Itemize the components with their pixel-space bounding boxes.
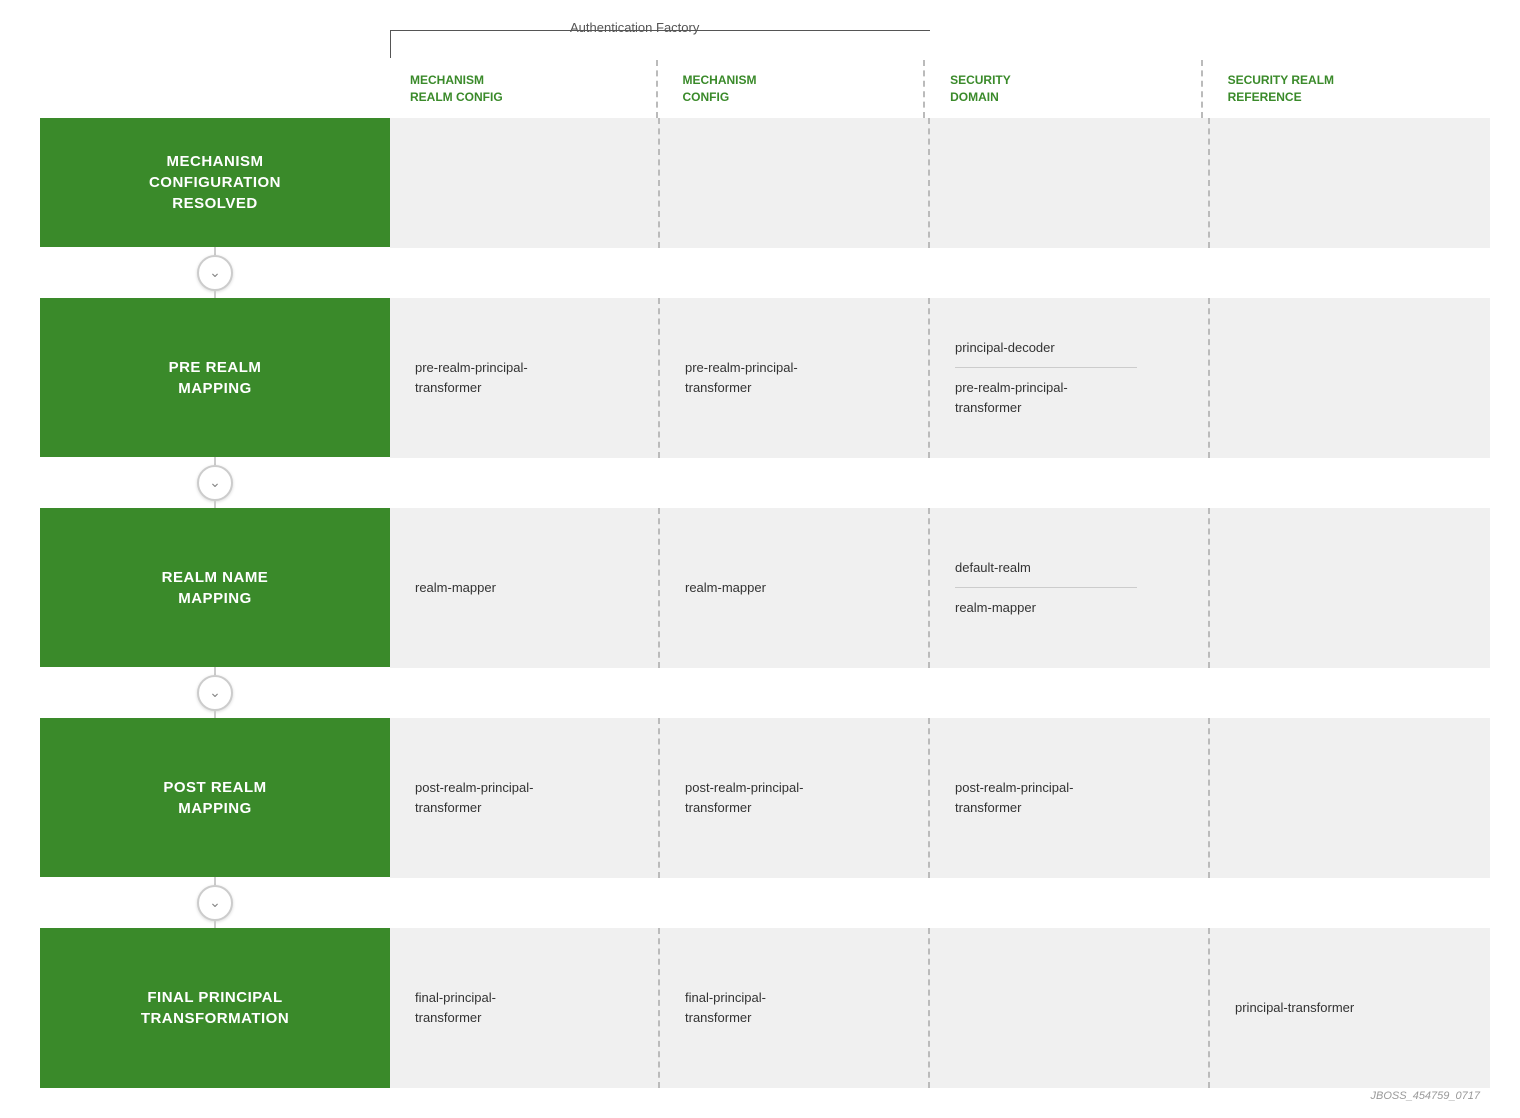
vert-line-top-1 xyxy=(214,247,216,255)
line-connector-1: ⌄ xyxy=(197,247,233,299)
stage-label-final-principal-transformation: FINAL PRINCIPALTRANSFORMATION xyxy=(40,928,390,1088)
stage-cell-1-2 xyxy=(660,118,930,248)
stage-label-text-2: PRE REALMMAPPING xyxy=(169,357,262,399)
stage-row-3: REALM NAMEMAPPING realm-mapper realm-map… xyxy=(40,508,1480,668)
stage-cell-4-4 xyxy=(1210,718,1490,878)
col-header-security-realm-ref: SECURITY REALMREFERENCE xyxy=(1203,60,1480,118)
stage-cell-3-2: realm-mapper xyxy=(660,508,930,668)
stage-row-1: MECHANISMCONFIGURATIONRESOLVED xyxy=(40,118,1480,248)
vert-line-top-3 xyxy=(214,667,216,675)
connector-left-3: ⌄ xyxy=(40,667,390,719)
line-connector-4: ⌄ xyxy=(197,877,233,929)
stage-label-text-1: MECHANISMCONFIGURATIONRESOLVED xyxy=(149,151,281,214)
col-header-mechanism-realm-config: MECHANISMREALM CONFIG xyxy=(390,60,658,118)
stage-label-post-realm-mapping: POST REALMMAPPING xyxy=(40,718,390,878)
security-domain-item-3-1: default-realm xyxy=(955,550,1183,586)
line-connector-2: ⌄ xyxy=(197,457,233,509)
connector-left-1: ⌄ xyxy=(40,247,390,299)
main-grid: MECHANISMCONFIGURATIONRESOLVED ⌄ xyxy=(40,118,1480,1088)
stage-group-post-realm-mapping: POST REALMMAPPING post-realm-principal-t… xyxy=(40,718,1480,878)
connector-3: ⌄ xyxy=(40,668,1480,718)
stage-row-4: POST REALMMAPPING post-realm-principal-t… xyxy=(40,718,1480,878)
auth-factory-header: Authentication Factory xyxy=(390,20,1480,60)
stage-group-realm-name-mapping: REALM NAMEMAPPING realm-mapper realm-map… xyxy=(40,508,1480,668)
connector-4: ⌄ xyxy=(40,878,1480,928)
security-domain-divider-2 xyxy=(955,367,1137,368)
col-header-mechanism-config: MECHANISMCONFIG xyxy=(658,60,926,118)
chevron-icon-2: ⌄ xyxy=(209,474,221,491)
stage-cell-1-1 xyxy=(390,118,660,248)
stage-label-text-5: FINAL PRINCIPALTRANSFORMATION xyxy=(141,987,289,1029)
connector-left-2: ⌄ xyxy=(40,457,390,509)
stage-cell-1-3 xyxy=(930,118,1210,248)
connector-1: ⌄ xyxy=(40,248,1480,298)
stage-cell-5-2: final-principal-transformer xyxy=(660,928,930,1088)
chevron-circle-4: ⌄ xyxy=(197,885,233,921)
stage-cell-5-1: final-principal-transformer xyxy=(390,928,660,1088)
stage-group-final-principal-transformation: FINAL PRINCIPALTRANSFORMATION final-prin… xyxy=(40,928,1480,1088)
chevron-icon-3: ⌄ xyxy=(209,684,221,701)
chevron-circle-1: ⌄ xyxy=(197,255,233,291)
stage-cell-3-3: default-realm realm-mapper xyxy=(930,508,1210,668)
stage-cell-1-4 xyxy=(1210,118,1490,248)
security-domain-item-2-1: principal-decoder xyxy=(955,330,1183,366)
stage-label-realm-name-mapping: REALM NAMEMAPPING xyxy=(40,508,390,668)
stage-label-pre-realm-mapping: PRE REALMMAPPING xyxy=(40,298,390,458)
security-domain-sub-4: post-realm-principal-transformer xyxy=(955,770,1183,825)
stage-group-pre-realm-mapping: PRE REALMMAPPING pre-realm-principal-tra… xyxy=(40,298,1480,458)
chevron-icon-1: ⌄ xyxy=(209,264,221,281)
page-wrapper: Authentication Factory MECHANISMREALM CO… xyxy=(0,0,1520,1118)
chevron-circle-3: ⌄ xyxy=(197,675,233,711)
chevron-circle-2: ⌄ xyxy=(197,465,233,501)
stage-cell-5-4: principal-transformer xyxy=(1210,928,1490,1088)
security-domain-item-4-1: post-realm-principal-transformer xyxy=(955,770,1183,825)
stage-cell-4-1: post-realm-principal-transformer xyxy=(390,718,660,878)
security-domain-divider-3 xyxy=(955,587,1137,588)
chevron-icon-4: ⌄ xyxy=(209,894,221,911)
col-headers: MECHANISMREALM CONFIG MECHANISMCONFIG SE… xyxy=(390,60,1480,118)
stage-cell-3-4 xyxy=(1210,508,1490,668)
stage-data-3: realm-mapper realm-mapper default-realm … xyxy=(390,508,1490,668)
stage-cell-2-1: pre-realm-principal-transformer xyxy=(390,298,660,458)
auth-factory-label: Authentication Factory xyxy=(570,20,699,35)
stage-cell-3-1: realm-mapper xyxy=(390,508,660,668)
stage-label-text-3: REALM NAMEMAPPING xyxy=(162,567,269,609)
stage-cell-2-4 xyxy=(1210,298,1490,458)
stage-cell-4-2: post-realm-principal-transformer xyxy=(660,718,930,878)
stage-cell-2-2: pre-realm-principal-transformer xyxy=(660,298,930,458)
connector-left-4: ⌄ xyxy=(40,877,390,929)
stage-data-5: final-principal-transformer final-princi… xyxy=(390,928,1490,1088)
stage-label-mechanism-config-resolved: MECHANISMCONFIGURATIONRESOLVED xyxy=(40,118,390,248)
stage-row-2: PRE REALMMAPPING pre-realm-principal-tra… xyxy=(40,298,1480,458)
line-connector-3: ⌄ xyxy=(197,667,233,719)
stage-row-5: FINAL PRINCIPALTRANSFORMATION final-prin… xyxy=(40,928,1480,1088)
security-domain-item-2-2: pre-realm-principal-transformer xyxy=(955,370,1183,425)
stage-group-mechanism-config-resolved: MECHANISMCONFIGURATIONRESOLVED xyxy=(40,118,1480,248)
stage-cell-4-3: post-realm-principal-transformer xyxy=(930,718,1210,878)
vert-line-top-2 xyxy=(214,457,216,465)
vert-line-top-4 xyxy=(214,877,216,885)
stage-label-text-4: POST REALMMAPPING xyxy=(163,777,266,819)
watermark: JBOSS_454759_0717 xyxy=(1371,1090,1480,1102)
col-header-security-domain: SECURITYDOMAIN xyxy=(925,60,1202,118)
security-domain-sub-2: principal-decoder pre-realm-principal-tr… xyxy=(955,330,1183,426)
stage-data-1 xyxy=(390,118,1490,248)
stage-cell-2-3: principal-decoder pre-realm-principal-tr… xyxy=(930,298,1210,458)
stage-data-2: pre-realm-principal-transformer pre-real… xyxy=(390,298,1490,458)
connector-2: ⌄ xyxy=(40,458,1480,508)
stage-cell-5-3 xyxy=(930,928,1210,1088)
security-domain-sub-3: default-realm realm-mapper xyxy=(955,550,1183,626)
security-domain-item-3-2: realm-mapper xyxy=(955,590,1183,626)
stage-data-4: post-realm-principal-transformer post-re… xyxy=(390,718,1490,878)
